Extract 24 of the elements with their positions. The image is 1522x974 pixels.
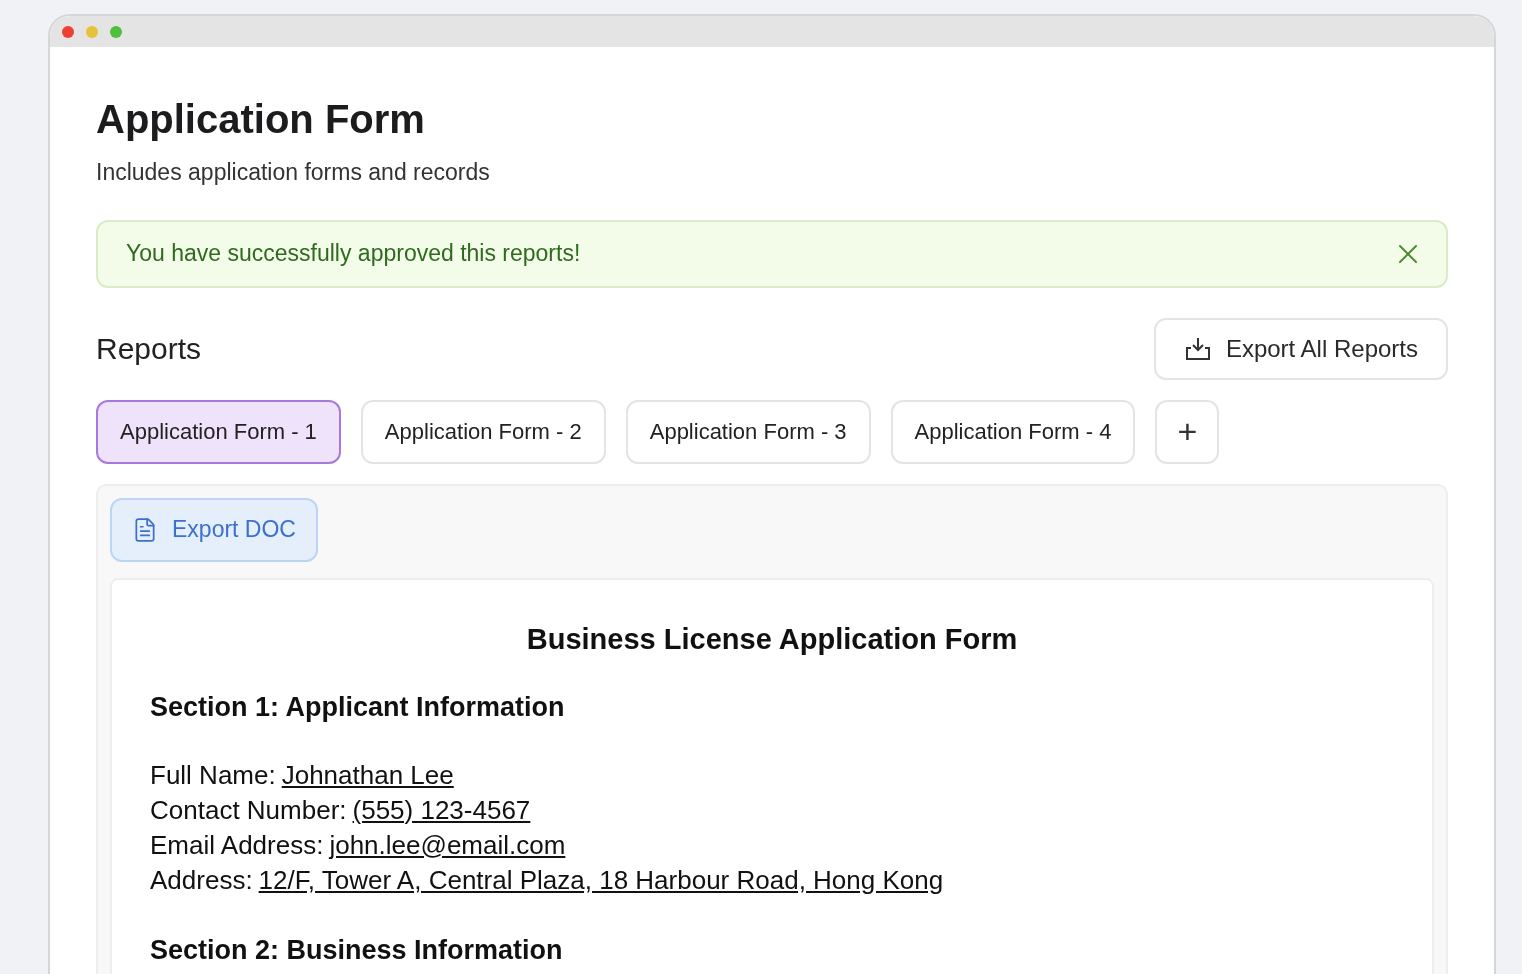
report-tab[interactable]: Application Form - 2 bbox=[360, 399, 606, 464]
page-subtitle: Includes application forms and records bbox=[96, 158, 491, 187]
field-value: Johnathan Lee bbox=[281, 758, 454, 792]
field-label: Full Name: bbox=[150, 758, 276, 792]
section-heading: Section 1: Applicant Information bbox=[150, 691, 566, 724]
field-label: Address: bbox=[150, 863, 253, 897]
page-title: Application Form bbox=[96, 96, 426, 143]
field-value: john.lee@email.com bbox=[329, 828, 566, 862]
section-heading: Section 2: Business Information bbox=[150, 933, 564, 967]
field-label: Email Address: bbox=[150, 828, 324, 862]
field-label: Contact Number: bbox=[150, 793, 347, 827]
document-title: Business License Application Form bbox=[525, 621, 1019, 657]
report-tab[interactable]: Application Form - 3 bbox=[625, 399, 871, 464]
download-tray-icon bbox=[1183, 335, 1212, 362]
document-icon bbox=[132, 516, 158, 543]
field-value: (555) 123-4567 bbox=[352, 793, 531, 827]
report-tab[interactable]: Application Form - 4 bbox=[890, 399, 1136, 464]
report-tab[interactable]: Application Form - 1 bbox=[96, 399, 341, 464]
alert-message: You have successfully approved this reports! bbox=[126, 239, 581, 269]
add-tab-button[interactable]: + bbox=[1155, 399, 1220, 464]
field-value: 12/F, Tower A, Central Plaza, 18 Harbour Road, Hong Kong bbox=[258, 863, 944, 897]
export-doc-button[interactable]: Export DOC bbox=[110, 497, 318, 562]
reports-heading: Reports bbox=[96, 331, 202, 367]
export-all-button[interactable]: Export All Reports bbox=[1153, 317, 1448, 380]
